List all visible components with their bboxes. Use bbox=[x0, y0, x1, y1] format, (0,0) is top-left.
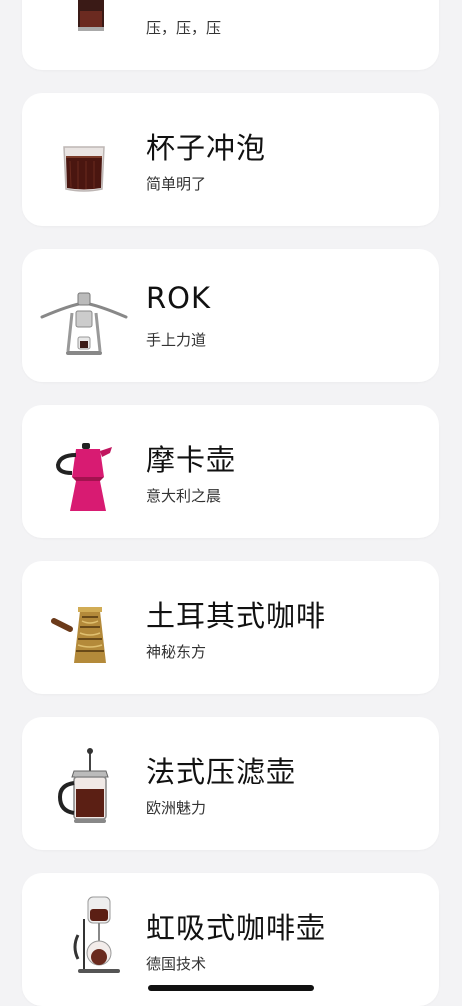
brew-method-title: 法式压滤壶 bbox=[146, 755, 297, 789]
brew-method-title: ROK bbox=[146, 281, 211, 315]
brew-method-card-rok[interactable]: ROK 手上力道 bbox=[22, 249, 439, 382]
coffee-cup-icon bbox=[40, 109, 140, 209]
brew-method-subtitle: 神秘东方 bbox=[146, 643, 207, 661]
brew-method-title: 杯子冲泡 bbox=[146, 131, 267, 165]
brew-method-title: 摩卡壶 bbox=[146, 443, 237, 477]
brew-method-subtitle: 德国技术 bbox=[146, 955, 207, 973]
brew-method-subtitle: 意大利之晨 bbox=[146, 487, 222, 505]
siphon-icon bbox=[40, 889, 140, 989]
brew-method-subtitle: 欧洲魅力 bbox=[146, 799, 207, 817]
brew-method-card-moka[interactable]: 摩卡壶 意大利之晨 bbox=[22, 405, 439, 538]
french-press-icon bbox=[40, 733, 140, 833]
rok-press-icon bbox=[40, 265, 140, 365]
brew-method-title: 虹吸式咖啡壶 bbox=[146, 911, 327, 945]
aeropress-icon bbox=[40, 0, 140, 53]
brew-method-subtitle: 简单明了 bbox=[146, 175, 207, 193]
brew-method-subtitle: 压，压，压 bbox=[146, 19, 222, 37]
moka-pot-icon bbox=[40, 421, 140, 521]
home-indicator[interactable] bbox=[148, 985, 314, 991]
brew-method-title: 土耳其式咖啡 bbox=[146, 599, 327, 633]
brew-method-card-turkish[interactable]: 土耳其式咖啡 神秘东方 bbox=[22, 561, 439, 694]
brew-method-card-aeropress[interactable]: 压，压，压 bbox=[22, 0, 439, 70]
turkish-cezve-icon bbox=[40, 577, 140, 677]
brew-method-card-cup[interactable]: 杯子冲泡 简单明了 bbox=[22, 93, 439, 226]
brew-method-card-french-press[interactable]: 法式压滤壶 欧洲魅力 bbox=[22, 717, 439, 850]
brew-method-subtitle: 手上力道 bbox=[146, 331, 207, 349]
